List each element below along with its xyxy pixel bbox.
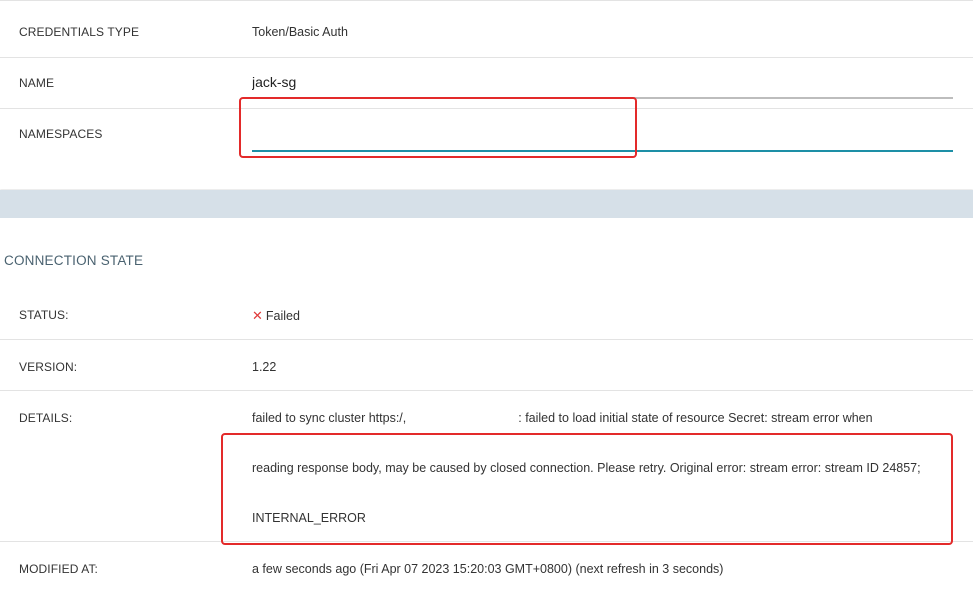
- section-divider: [0, 190, 973, 218]
- connection-state-title: CONNECTION STATE: [4, 253, 144, 268]
- status-text: Failed: [265, 309, 300, 323]
- version-value: 1.22: [252, 360, 277, 374]
- credentials-type-label: CREDENTIALS TYPE: [19, 25, 140, 39]
- credentials-type-row: CREDENTIALS TYPE Token/Basic Auth: [0, 0, 973, 58]
- namespaces-row: NAMESPACES: [0, 108, 973, 190]
- credentials-type-value: Token/Basic Auth: [252, 25, 348, 39]
- details-line-3: INTERNAL_ERROR: [252, 511, 366, 525]
- status-label: STATUS:: [19, 308, 69, 322]
- version-row: VERSION: 1.22: [0, 339, 973, 390]
- name-label: NAME: [19, 76, 55, 90]
- details-row: DETAILS: failed to sync cluster https:/,…: [0, 390, 973, 542]
- status-row: STATUS: ✕ Failed: [0, 288, 973, 339]
- details-label: DETAILS:: [19, 411, 73, 425]
- details-line-1-prefix: failed to sync cluster https:/,: [252, 411, 407, 425]
- status-value: ✕ Failed: [252, 308, 300, 324]
- modified-label: MODIFIED AT:: [19, 562, 98, 576]
- details-line-1: failed to sync cluster https:/, : failed …: [252, 411, 873, 425]
- details-line-1-suffix: : failed to load initial state of resour…: [518, 411, 873, 425]
- credentials-panel: CREDENTIALS TYPE Token/Basic Auth NAME N…: [0, 0, 973, 189]
- modified-value: a few seconds ago (Fri Apr 07 2023 15:20…: [252, 562, 724, 576]
- version-label: VERSION:: [19, 360, 78, 374]
- namespaces-input[interactable]: [252, 117, 953, 152]
- details-line-2: reading response body, may be caused by …: [252, 461, 921, 475]
- name-row: NAME: [0, 58, 973, 109]
- cluster-detail-page: CREDENTIALS TYPE Token/Basic Auth NAME N…: [0, 0, 973, 592]
- redacted-region: [406, 413, 519, 424]
- modified-row: MODIFIED AT: a few seconds ago (Fri Apr …: [0, 541, 973, 592]
- name-input[interactable]: [252, 66, 953, 99]
- close-x-icon: ✕: [252, 308, 263, 323]
- namespaces-label: NAMESPACES: [19, 127, 103, 141]
